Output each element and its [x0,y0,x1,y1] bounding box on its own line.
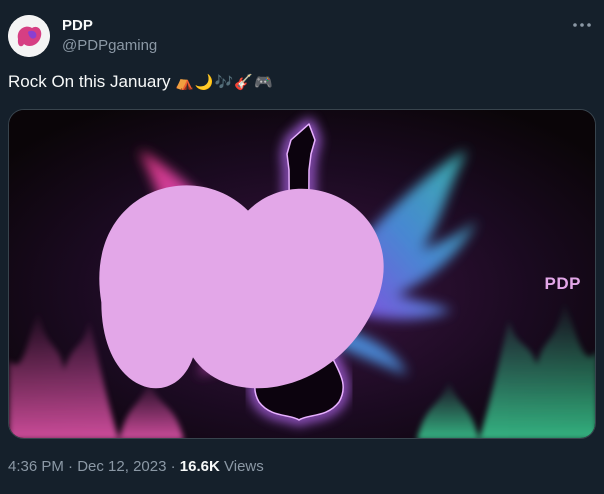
more-options-icon[interactable] [570,13,594,37]
tweet-date[interactable]: Dec 12, 2023 [77,458,166,475]
tweet-header: PDP @PDPgaming [8,13,596,59]
avatar[interactable] [8,15,50,57]
tweet-body: Rock On this January [8,72,171,91]
tweet-time[interactable]: 4:36 PM [8,458,64,475]
brand-text: PDP [544,274,581,293]
pdp-brand-icon [98,185,384,389]
meta-separator: · [170,458,176,475]
views-label: Views [224,458,264,475]
pdp-logo-icon [8,15,50,57]
tweet-text: Rock On this January ⛺🌙🎶🎸🎮 [8,72,274,92]
meta-separator: · [68,458,74,475]
tweet-emoji: ⛺🌙🎶🎸🎮 [175,73,274,91]
author-name[interactable]: PDP [62,17,93,34]
media-brand-logo: PDP [9,119,581,438]
views-count[interactable]: 16.6K [180,458,220,475]
author-handle[interactable]: @PDPgaming [62,37,157,54]
tweet-meta: 4:36 PM · Dec 12, 2023 · 16.6K Views [8,458,264,475]
tweet-media-image[interactable]: PDP [8,109,596,439]
